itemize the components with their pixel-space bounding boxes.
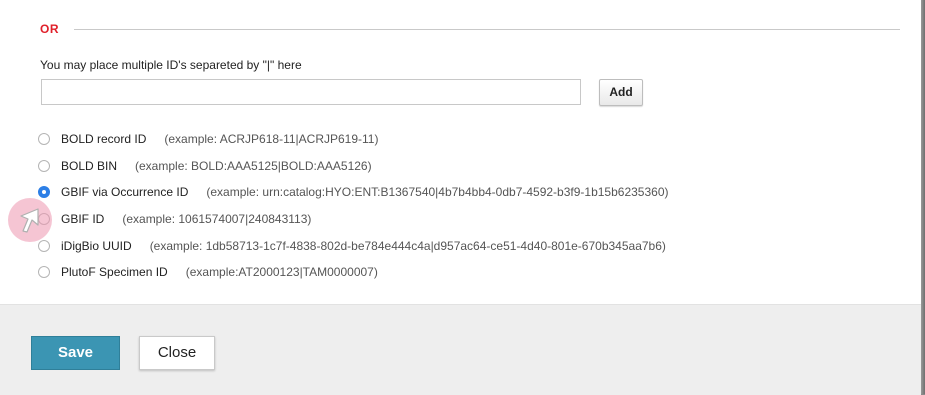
or-separator-label: OR bbox=[40, 22, 59, 36]
option-example: (example: ACRJP618-11|ACRJP619-11) bbox=[164, 132, 379, 146]
option-example: (example: BOLD:AAA5125|BOLD:AAA5126) bbox=[135, 159, 372, 173]
pointer-arrow-icon bbox=[20, 208, 39, 233]
save-button[interactable]: Save bbox=[31, 336, 120, 370]
radio-gbif-occurrence-id[interactable] bbox=[38, 186, 50, 198]
option-label: GBIF ID bbox=[61, 212, 105, 226]
page-backdrop-edge bbox=[921, 0, 925, 394]
option-example: (example: urn:catalog:HYO:ENT:B1367540|4… bbox=[206, 185, 669, 199]
or-divider-line bbox=[74, 29, 900, 30]
radio-bold-record-id[interactable] bbox=[38, 133, 50, 145]
ids-input[interactable] bbox=[41, 79, 581, 105]
option-label: PlutoF Specimen ID bbox=[61, 265, 168, 279]
multiple-ids-hint: You may place multiple ID's separeted by… bbox=[40, 58, 302, 72]
option-bold-bin[interactable]: BOLD BIN (example: BOLD:AAA5125|BOLD:AAA… bbox=[38, 157, 372, 175]
option-gbif-occurrence-id[interactable]: GBIF via Occurrence ID (example: urn:cat… bbox=[38, 183, 669, 201]
option-example: (example: 1db58713-1c7f-4838-802d-be784e… bbox=[149, 239, 666, 253]
option-idigbio-uuid[interactable]: iDigBio UUID (example: 1db58713-1c7f-483… bbox=[38, 237, 666, 255]
option-gbif-id[interactable]: GBIF ID (example: 1061574007|240843113) bbox=[38, 210, 311, 228]
radio-idigbio-uuid[interactable] bbox=[38, 240, 50, 252]
option-plutof-specimen-id[interactable]: PlutoF Specimen ID (example:AT2000123|TA… bbox=[38, 263, 378, 281]
add-button[interactable]: Add bbox=[599, 79, 643, 106]
option-example: (example: 1061574007|240843113) bbox=[122, 212, 312, 226]
radio-plutof-specimen-id[interactable] bbox=[38, 266, 50, 278]
option-label: BOLD record ID bbox=[61, 132, 147, 146]
close-button[interactable]: Close bbox=[139, 336, 215, 370]
option-example: (example:AT2000123|TAM0000007) bbox=[185, 265, 378, 279]
option-label: GBIF via Occurrence ID bbox=[61, 185, 189, 199]
radio-bold-bin[interactable] bbox=[38, 160, 50, 172]
id-import-dialog: OR You may place multiple ID's separeted… bbox=[0, 0, 921, 395]
option-label: BOLD BIN bbox=[61, 159, 118, 173]
option-label: iDigBio UUID bbox=[61, 239, 132, 253]
option-bold-record-id[interactable]: BOLD record ID (example: ACRJP618-11|ACR… bbox=[38, 130, 378, 148]
